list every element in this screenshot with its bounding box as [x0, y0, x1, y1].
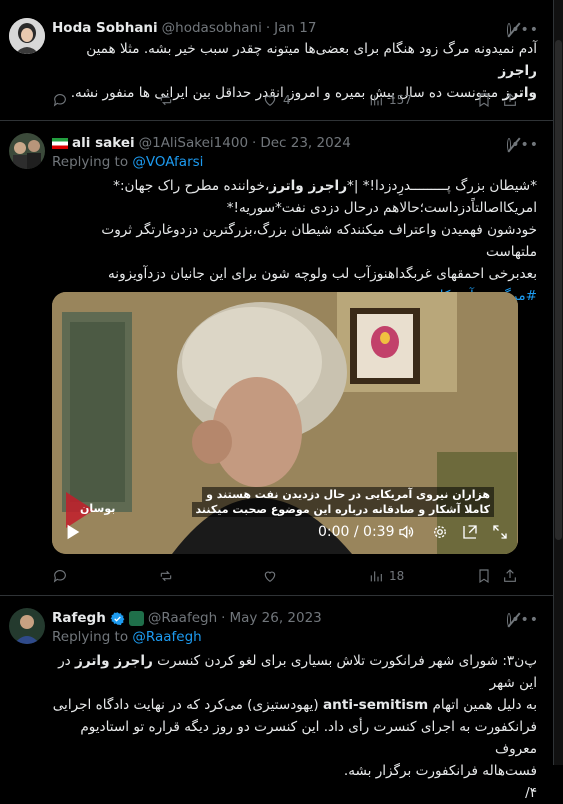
reply-button[interactable] [52, 568, 68, 584]
heart-icon [264, 95, 276, 107]
bookmark-button[interactable] [476, 92, 492, 108]
author-handle[interactable]: @hodasobhani [162, 20, 262, 36]
volume-icon [399, 525, 414, 539]
play-button[interactable] [62, 522, 82, 542]
share-icon [504, 93, 516, 106]
grok-icon[interactable] [507, 23, 512, 37]
author-handle[interactable]: @Raafegh [148, 610, 217, 626]
avatar[interactable] [9, 608, 45, 644]
separator: · [252, 135, 257, 151]
tweet-text: *شیطان بزرگ پـــــــــدرِدزدا!* |*راجرز … [52, 175, 537, 307]
author-name[interactable]: ali sakei [72, 135, 135, 151]
fullscreen-icon [493, 525, 507, 539]
caption-line: هزاران نیروی آمریکایی در حال دزدیدن نفت … [202, 487, 494, 502]
verified-badge-icon [110, 611, 125, 625]
like-button[interactable]: 4 [262, 92, 291, 108]
tweet-text-bold: راجرز واترز [269, 178, 348, 194]
replying-prefix: Replying to [52, 154, 129, 170]
separator: · [221, 610, 226, 626]
bookmark-icon [479, 93, 489, 108]
video-player[interactable]: بوسان هزاران نیروی آمریکایی در حال دزدید… [52, 292, 518, 554]
flag-icon [52, 137, 68, 149]
avatar[interactable] [9, 133, 45, 169]
tweet-text-line: فست‌هاله فرانکفورت برگزار بشه. [343, 763, 537, 779]
scrollbar[interactable] [554, 0, 563, 765]
views-button[interactable]: 18 [368, 568, 404, 584]
grok-icon[interactable] [507, 138, 512, 152]
picture-in-picture-button[interactable] [460, 522, 480, 542]
tweet-text-line: (یهودستیزی) می‌کرد که در نهایت دادگاه اج… [52, 697, 319, 713]
separator: · [265, 20, 271, 36]
reply-button[interactable] [52, 92, 68, 108]
repost-icon [160, 94, 172, 106]
tweet-date[interactable]: Dec 23, 2024 [260, 135, 351, 151]
tweet-text-line: آدم نمیدونه مرگ زود هنگام برای بعضی‌ها م… [86, 41, 537, 57]
share-button[interactable] [502, 568, 518, 584]
replying-to-link[interactable]: @Raafegh [132, 629, 201, 645]
views-count: 157 [389, 93, 412, 107]
tweet-date[interactable]: May 26, 2023 [229, 610, 321, 626]
tweet-text-line: پ‌ن۳: شورای شهر فرانکورت تلاش بسیاری برا… [157, 653, 537, 669]
tweet-hoda-sobhani[interactable]: Hoda Sobhani @hodasobhani · Jan 17 ••• آ… [0, 0, 553, 121]
tweet-text-bold: راجرز واترز [75, 653, 153, 669]
tweet-text-bold: راجرز [498, 63, 537, 79]
author-handle[interactable]: @1AliSakei1400 [139, 135, 248, 151]
replying-prefix: Replying to [52, 629, 129, 645]
tweet-text-bold: anti-semitism [322, 697, 429, 713]
timeline-feed: Hoda Sobhani @hodasobhani · Jan 17 ••• آ… [0, 0, 554, 801]
org-badge-icon [128, 610, 144, 626]
tweet-text-line: امریکااصالتاًدزداست؛حالاهم درحال دزدی نف… [226, 200, 537, 216]
author-name[interactable]: Rafegh [52, 610, 106, 626]
settings-button[interactable] [430, 522, 450, 542]
heart-icon [264, 571, 276, 583]
author-name[interactable]: Hoda Sobhani [52, 20, 158, 36]
share-button[interactable] [502, 92, 518, 108]
tweet-text-line: خودشون فهمیدن واعتراف میکنندکه شیطان بزر… [101, 222, 537, 260]
caption-line: کاملا آشکار و صادقانه درباره این موضوع ص… [191, 502, 494, 517]
reply-icon [53, 570, 66, 583]
tweet-ali-sakei[interactable]: ali sakei @1AliSakei1400 · Dec 23, 2024 … [0, 121, 553, 596]
fullscreen-button[interactable] [490, 522, 510, 542]
watermark-text: بوسان [80, 502, 116, 515]
grok-icon[interactable] [507, 613, 512, 627]
bookmark-icon [479, 569, 489, 584]
tweet-actions: 18 [52, 568, 539, 588]
tweet-text-line: به دلیل همین اتهام [432, 697, 538, 713]
views-icon [370, 95, 382, 106]
video-controls: 0:00 / 0:39 [62, 520, 507, 544]
tweet-text-line: ۴/ [525, 785, 537, 801]
video-caption: هزاران نیروی آمریکایی در حال دزدیدن نفت … [191, 487, 494, 517]
replying-to: Replying to @VOAfarsi [52, 154, 203, 170]
replying-to: Replying to @Raafegh [52, 629, 202, 645]
scrollbar-thumb[interactable] [555, 40, 562, 540]
tweet-text-line: فرانکفورت به اجرای کنسرت رأی داد. این کن… [80, 719, 537, 757]
tweet-date[interactable]: Jan 17 [274, 20, 316, 36]
like-count: 4 [283, 93, 291, 107]
reply-icon [53, 94, 66, 107]
like-button[interactable] [262, 568, 278, 584]
views-count: 18 [389, 569, 405, 583]
tweet-text-line: ،خواننده مطرح راک جهان:* [113, 178, 270, 194]
bookmark-button[interactable] [476, 568, 492, 584]
pip-icon [463, 525, 477, 539]
replying-to-link[interactable]: @VOAfarsi [132, 154, 203, 170]
tweet-actions: 4 157 [52, 92, 539, 112]
volume-button[interactable] [396, 522, 416, 542]
tweet-rafegh[interactable]: Rafegh @Raafegh · May 26, 2023 ••• Reply… [0, 596, 553, 801]
play-icon [67, 524, 80, 540]
views-icon [370, 571, 382, 582]
avatar[interactable] [9, 18, 45, 54]
gear-icon [434, 526, 446, 538]
share-icon [504, 569, 516, 582]
repost-button[interactable] [158, 568, 174, 584]
views-button[interactable]: 157 [368, 92, 412, 108]
repost-icon [160, 570, 172, 582]
tweet-text: پ‌ن۳: شورای شهر فرانکورت تلاش بسیاری برا… [52, 650, 537, 804]
video-time: 0:00 / 0:39 [318, 524, 395, 540]
repost-button[interactable] [158, 92, 174, 108]
tweet-text-line: بعدبرخی احمقهای غربگداهنوزآب لب ولوچه شو… [108, 266, 537, 282]
tweet-text-line: *شیطان بزرگ پـــــــــدرِدزدا!* |* [347, 178, 537, 194]
